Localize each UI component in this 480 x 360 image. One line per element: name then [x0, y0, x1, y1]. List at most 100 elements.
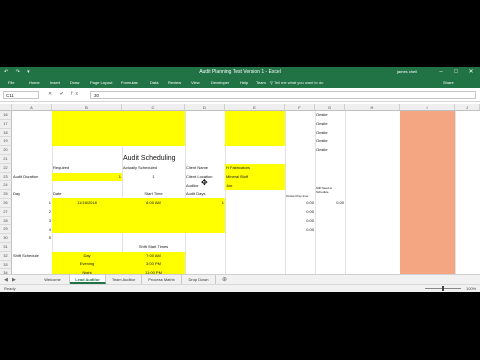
column-header[interactable]: F — [285, 104, 315, 111]
tab-home[interactable]: Home — [29, 80, 40, 85]
zoom-slider-handle[interactable] — [442, 286, 444, 291]
column-header[interactable]: H — [345, 104, 400, 111]
audit-days-header[interactable]: Audit Days — [186, 191, 205, 197]
tab-developer[interactable]: Developer — [211, 80, 229, 85]
tab-formulas[interactable]: Formulas — [121, 80, 138, 85]
row-header[interactable]: 16 — [0, 111, 12, 120]
select-all-corner[interactable] — [0, 104, 12, 111]
zoom-level[interactable]: 100% — [466, 286, 476, 291]
tab-team[interactable]: Team — [256, 80, 266, 85]
still-need-value[interactable]: 0.00 — [315, 200, 344, 206]
sheet-tab-drop-down[interactable]: Drop Down — [182, 275, 216, 284]
row-header[interactable]: 28 — [0, 216, 12, 226]
shift-time[interactable]: 3:00 PM — [122, 261, 185, 267]
tell-me-search[interactable]: ⚲ Tell me what you want to do — [270, 80, 323, 85]
page-title[interactable]: Audit Scheduling — [123, 154, 176, 163]
user-name[interactable]: james chell — [397, 69, 417, 74]
onsite-cell[interactable]: Onsite — [316, 130, 328, 136]
day-number[interactable]: 5 — [12, 235, 51, 241]
day-number[interactable]: 1 — [12, 200, 51, 206]
column-header[interactable]: I — [400, 104, 455, 111]
row-header[interactable]: 21 — [0, 155, 12, 164]
column-header[interactable]: D — [185, 104, 225, 111]
minimize-icon[interactable]: – — [436, 68, 446, 77]
row-header[interactable]: 27 — [0, 207, 12, 217]
prep-value[interactable]: 0.00 — [285, 227, 314, 233]
formula-icons[interactable]: ✕ ✔ fx — [48, 91, 81, 97]
still-need-header[interactable]: Still Need to Schedule — [316, 186, 344, 194]
row-header[interactable]: 33 — [0, 260, 12, 270]
day-number[interactable]: 2 — [12, 209, 51, 215]
tab-help[interactable]: Help — [240, 80, 248, 85]
scroll-right-icon[interactable]: ▶ — [12, 277, 16, 283]
shift-time[interactable]: 7:00 AM — [122, 253, 185, 259]
tab-page-layout[interactable]: Page Layout — [90, 80, 112, 85]
sheet-tab-welcome[interactable]: Welcome — [36, 275, 70, 284]
prep-value[interactable]: 0.00 — [285, 218, 314, 224]
tab-view[interactable]: View — [191, 80, 200, 85]
scroll-left-icon[interactable]: ◀ — [4, 277, 8, 283]
shift-schedule-label[interactable]: Shift Schedule — [13, 253, 39, 259]
row-header[interactable]: 25 — [0, 190, 12, 199]
row-header[interactable]: 23 — [0, 172, 12, 182]
column-header[interactable]: A — [12, 104, 52, 111]
day-header[interactable]: Day — [13, 191, 20, 197]
column-header[interactable]: B — [52, 104, 122, 111]
prep-value[interactable]: 0.00 — [285, 209, 314, 215]
date-header[interactable]: Date — [53, 191, 61, 197]
tab-insert[interactable]: Insert — [50, 80, 60, 85]
day-number[interactable]: 3 — [12, 218, 51, 224]
add-sheet-icon[interactable]: ⊕ — [222, 276, 227, 283]
share-button[interactable]: Share — [443, 80, 454, 85]
restore-icon[interactable]: □ — [451, 68, 461, 77]
tab-file[interactable]: File — [8, 80, 14, 85]
row-header[interactable]: 30 — [0, 234, 12, 243]
row-header[interactable]: 20 — [0, 146, 12, 155]
start-time-value[interactable]: 8:00 AM — [122, 200, 185, 206]
audit-duration-label[interactable]: Audit Duration — [13, 174, 38, 180]
row-header[interactable]: 24 — [0, 181, 12, 191]
column-header[interactable]: G — [315, 104, 345, 111]
required-label[interactable]: Required — [53, 165, 69, 171]
onsite-prep-header[interactable]: Onsite Prep time — [286, 193, 308, 199]
row-header[interactable]: 31 — [0, 243, 12, 252]
row-header[interactable]: 32 — [0, 251, 12, 261]
row-header[interactable]: 29 — [0, 225, 12, 235]
client-location-value[interactable]: Mineral Bluff — [226, 174, 248, 180]
close-icon[interactable]: ✕ — [466, 68, 476, 77]
formula-input[interactable]: 30 — [90, 91, 476, 99]
audit-duration-actual[interactable]: 1 — [122, 174, 185, 180]
auditor-label[interactable]: Auditor — [186, 183, 199, 189]
tab-draw[interactable]: Draw — [70, 80, 79, 85]
sheet-tab-team-auditor[interactable]: Team Auditor — [106, 275, 142, 284]
shift-name[interactable]: Evening — [52, 261, 122, 267]
name-box[interactable]: C11 — [3, 91, 39, 99]
auditor-value[interactable]: Joe — [226, 183, 232, 189]
audit-days-value[interactable]: 1 — [185, 200, 224, 206]
row-header[interactable]: 18 — [0, 128, 12, 138]
day-number[interactable]: 4 — [12, 227, 51, 233]
sheet-tab-process-matrix[interactable]: Process Matrix — [142, 275, 182, 284]
row-header[interactable]: 19 — [0, 137, 12, 147]
onsite-cell[interactable]: Onsite — [316, 112, 328, 118]
row-header[interactable]: 26 — [0, 199, 12, 208]
client-location-label[interactable]: Client Location — [186, 174, 212, 180]
tab-review[interactable]: Review — [168, 80, 181, 85]
prep-value[interactable]: 0.00 — [285, 200, 314, 206]
onsite-cell[interactable]: Onsite — [316, 147, 328, 153]
sheet-tab-lead-auditor[interactable]: Lead Auditor — [70, 275, 106, 284]
column-header[interactable]: E — [225, 104, 285, 111]
client-name-value[interactable]: H Fabricators — [226, 165, 250, 171]
client-name-label[interactable]: Client Name — [186, 165, 208, 171]
column-header[interactable]: J — [455, 104, 480, 111]
shift-name[interactable]: Day — [52, 253, 122, 259]
date-value[interactable]: 11/18/2018 — [52, 200, 122, 206]
onsite-cell[interactable]: Onsite — [316, 121, 328, 127]
onsite-cell[interactable]: Onsite — [316, 138, 328, 144]
actually-scheduled-label[interactable]: Actually Scheduled — [123, 165, 157, 171]
start-time-header[interactable]: Start Time — [122, 191, 185, 197]
shift-start-header[interactable]: Shift Start Times — [122, 244, 185, 250]
worksheet-grid[interactable]: A B C D E F G H I J 16 17 18 19 20 21 22… — [0, 104, 480, 280]
audit-duration-required[interactable]: 1 — [52, 174, 121, 180]
column-header[interactable]: C — [122, 104, 185, 111]
